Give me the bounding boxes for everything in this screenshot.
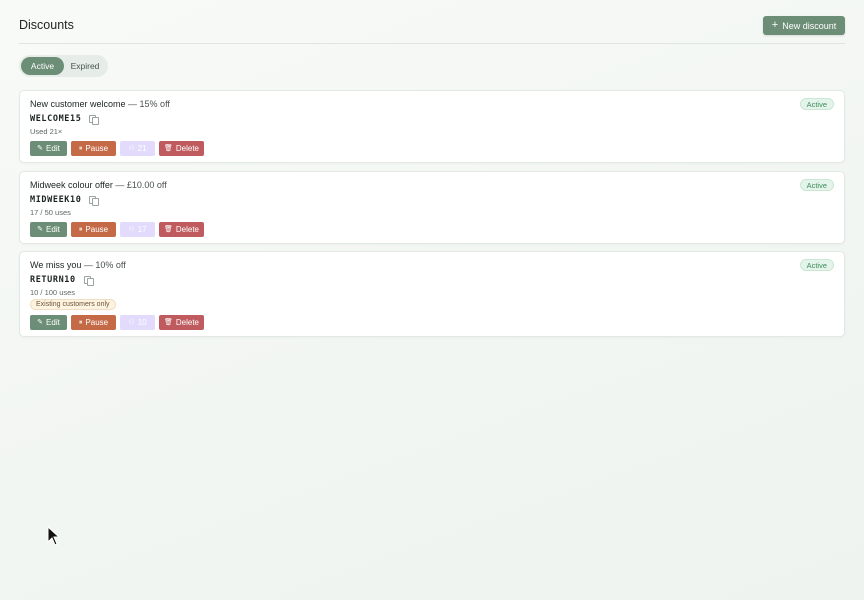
discount-name: Midweek colour offer — [30, 180, 113, 190]
discount-code: MIDWEEK10 — [30, 195, 82, 205]
discount-name: We miss you — [30, 260, 82, 270]
edit-button[interactable]: ✎ Edit — [30, 315, 67, 330]
users-icon: ⚇ — [128, 319, 135, 326]
discount-title: Midweek colour offer — £10.00 off — [30, 180, 167, 190]
discount-code: WELCOME15 — [30, 114, 82, 124]
status-badge: Active — [799, 98, 834, 110]
card-actions: ✎ Edit ⏸ Pause ⚇ 10 🗑 Delete — [30, 315, 204, 330]
copy-icon[interactable] — [83, 275, 94, 286]
discount-title: We miss you — 10% off — [30, 260, 126, 270]
new-discount-label: New discount — [782, 20, 837, 31]
users-icon: ⚇ — [128, 145, 135, 152]
discount-code: RETURN10 — [30, 275, 76, 285]
page-header: Discounts + New discount — [19, 0, 845, 44]
discount-amount: — 10% off — [83, 260, 126, 270]
plus-icon: + — [771, 18, 779, 31]
discount-card: Midweek colour offer — £10.00 off Active… — [19, 171, 845, 244]
discount-name: New customer welcome — [30, 99, 126, 109]
new-discount-button[interactable]: + New discount — [763, 16, 845, 35]
mouse-cursor-icon — [47, 526, 61, 546]
usage-text: Used 21× — [30, 127, 63, 136]
pause-label: Pause — [85, 318, 109, 327]
delete-label: Delete — [175, 225, 199, 234]
discount-amount: — 15% off — [128, 99, 170, 109]
uses-button[interactable]: ⚇ 21 — [120, 141, 155, 156]
pause-button[interactable]: ⏸ Pause — [71, 222, 116, 237]
pause-label: Pause — [85, 144, 109, 153]
card-actions: ✎ Edit ⏸ Pause ⚇ 17 🗑 Delete — [30, 222, 204, 237]
status-badge: Active — [799, 179, 834, 191]
discount-amount: — £10.00 off — [115, 180, 167, 190]
code-row: WELCOME15 — [30, 114, 100, 125]
copy-icon[interactable] — [89, 114, 100, 125]
pause-label: Pause — [85, 225, 109, 234]
edit-button[interactable]: ✎ Edit — [30, 222, 67, 237]
usage-text: 17 / 50 uses — [30, 208, 71, 217]
edit-icon: ✎ — [37, 145, 44, 152]
trash-icon: 🗑 — [163, 319, 173, 326]
uses-count: 10 — [137, 318, 147, 327]
uses-button[interactable]: ⚇ 10 — [120, 315, 155, 330]
uses-count: 21 — [137, 144, 147, 153]
page-title: Discounts — [19, 18, 74, 32]
edit-icon: ✎ — [37, 226, 44, 233]
card-actions: ✎ Edit ⏸ Pause ⚇ 21 🗑 Delete — [30, 141, 204, 156]
trash-icon: 🗑 — [163, 226, 173, 233]
discount-card: We miss you — 10% off Active RETURN10 10… — [19, 251, 845, 337]
users-icon: ⚇ — [128, 226, 135, 233]
edit-icon: ✎ — [37, 319, 44, 326]
pause-button[interactable]: ⏸ Pause — [71, 141, 116, 156]
tab-expired[interactable]: Expired — [64, 57, 106, 75]
edit-button[interactable]: ✎ Edit — [30, 141, 67, 156]
audience-tag: Existing customers only — [30, 299, 116, 310]
discount-title: New customer welcome — 15% off — [30, 99, 170, 109]
delete-button[interactable]: 🗑 Delete — [159, 141, 204, 156]
code-row: MIDWEEK10 — [30, 195, 100, 206]
delete-label: Delete — [175, 144, 199, 153]
edit-label: Edit — [46, 225, 60, 234]
delete-label: Delete — [175, 318, 199, 327]
pause-icon: ⏸ — [78, 319, 83, 326]
trash-icon: 🗑 — [163, 145, 173, 152]
delete-button[interactable]: 🗑 Delete — [159, 315, 204, 330]
code-row: RETURN10 — [30, 275, 94, 286]
pause-button[interactable]: ⏸ Pause — [71, 315, 116, 330]
status-tabs: Active Expired — [19, 55, 108, 77]
delete-button[interactable]: 🗑 Delete — [159, 222, 204, 237]
pause-icon: ⏸ — [78, 226, 83, 233]
edit-label: Edit — [46, 144, 60, 153]
uses-button[interactable]: ⚇ 17 — [120, 222, 155, 237]
copy-icon[interactable] — [89, 195, 100, 206]
pause-icon: ⏸ — [78, 145, 83, 152]
uses-count: 17 — [137, 225, 147, 234]
usage-text: 10 / 100 uses — [30, 288, 76, 297]
edit-label: Edit — [46, 318, 60, 327]
discount-card: New customer welcome — 15% off Active WE… — [19, 90, 845, 163]
tab-active[interactable]: Active — [21, 57, 64, 75]
status-badge: Active — [799, 259, 834, 271]
